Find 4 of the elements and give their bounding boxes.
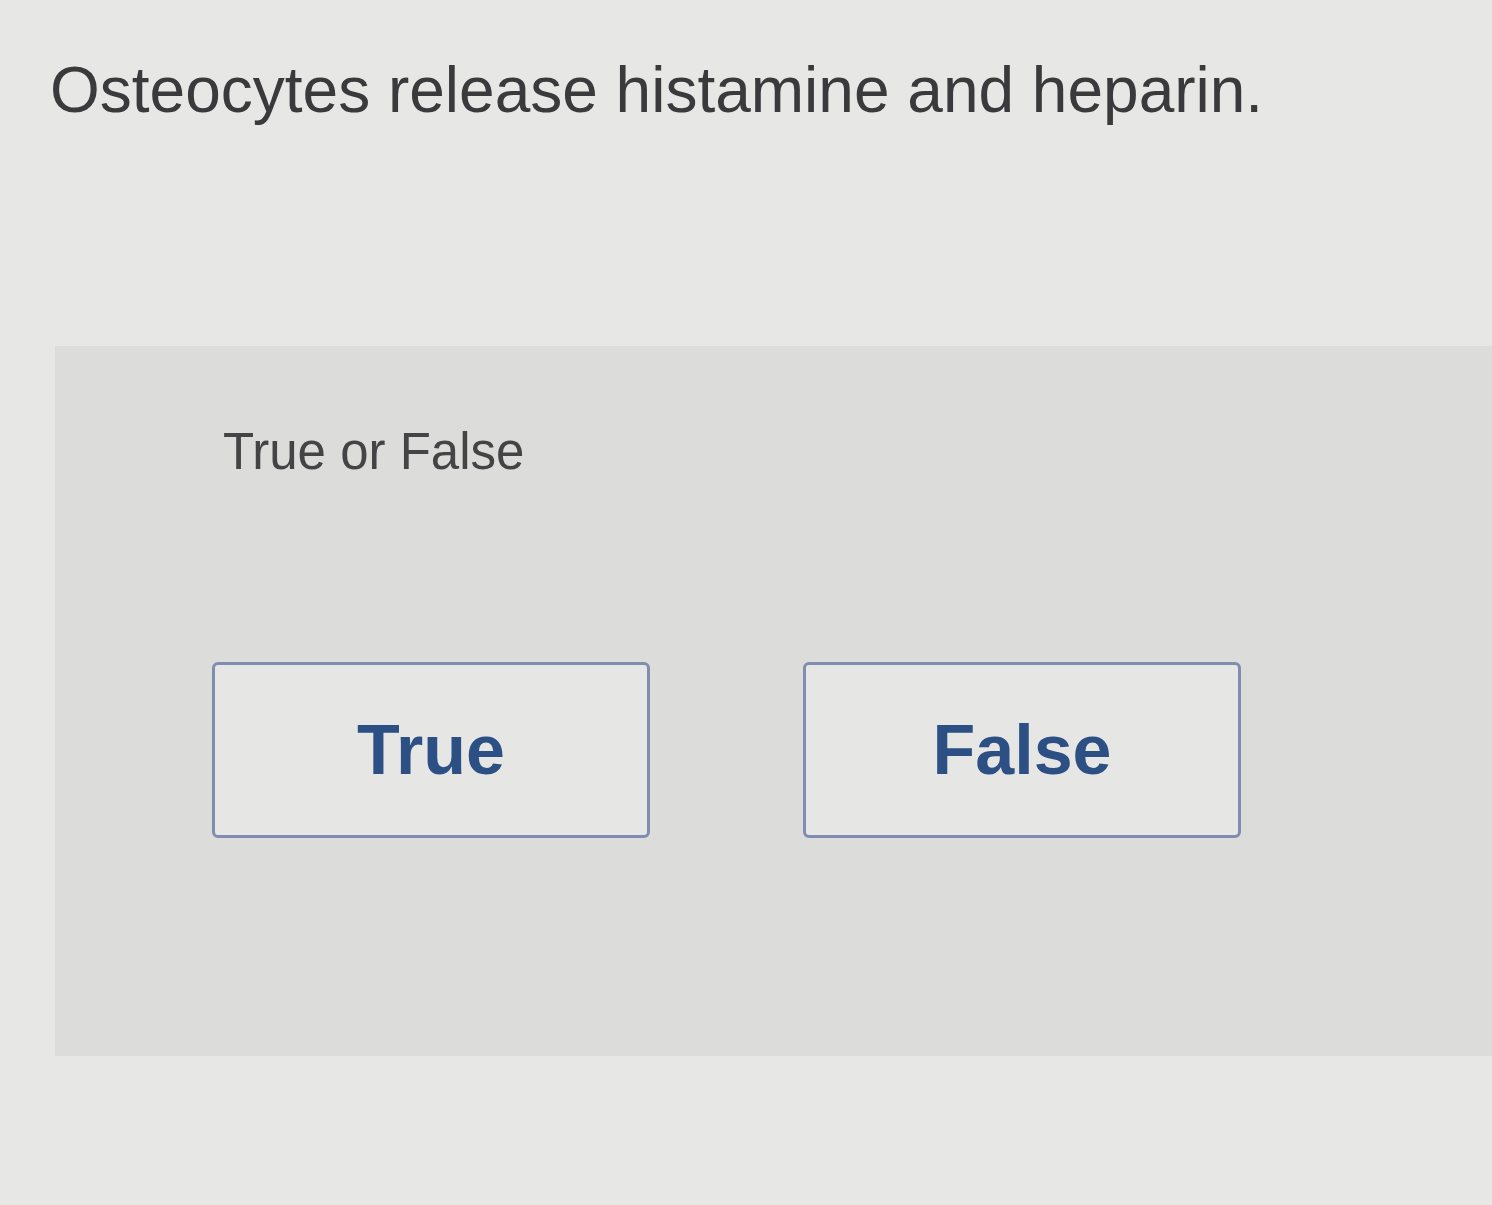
question-text: Osteocytes release histamine and heparin. bbox=[50, 53, 1264, 128]
answer-option-button[interactable]: False bbox=[803, 662, 1241, 838]
answer-option-button[interactable]: True bbox=[212, 662, 650, 838]
prompt-text: True or False bbox=[223, 422, 525, 482]
